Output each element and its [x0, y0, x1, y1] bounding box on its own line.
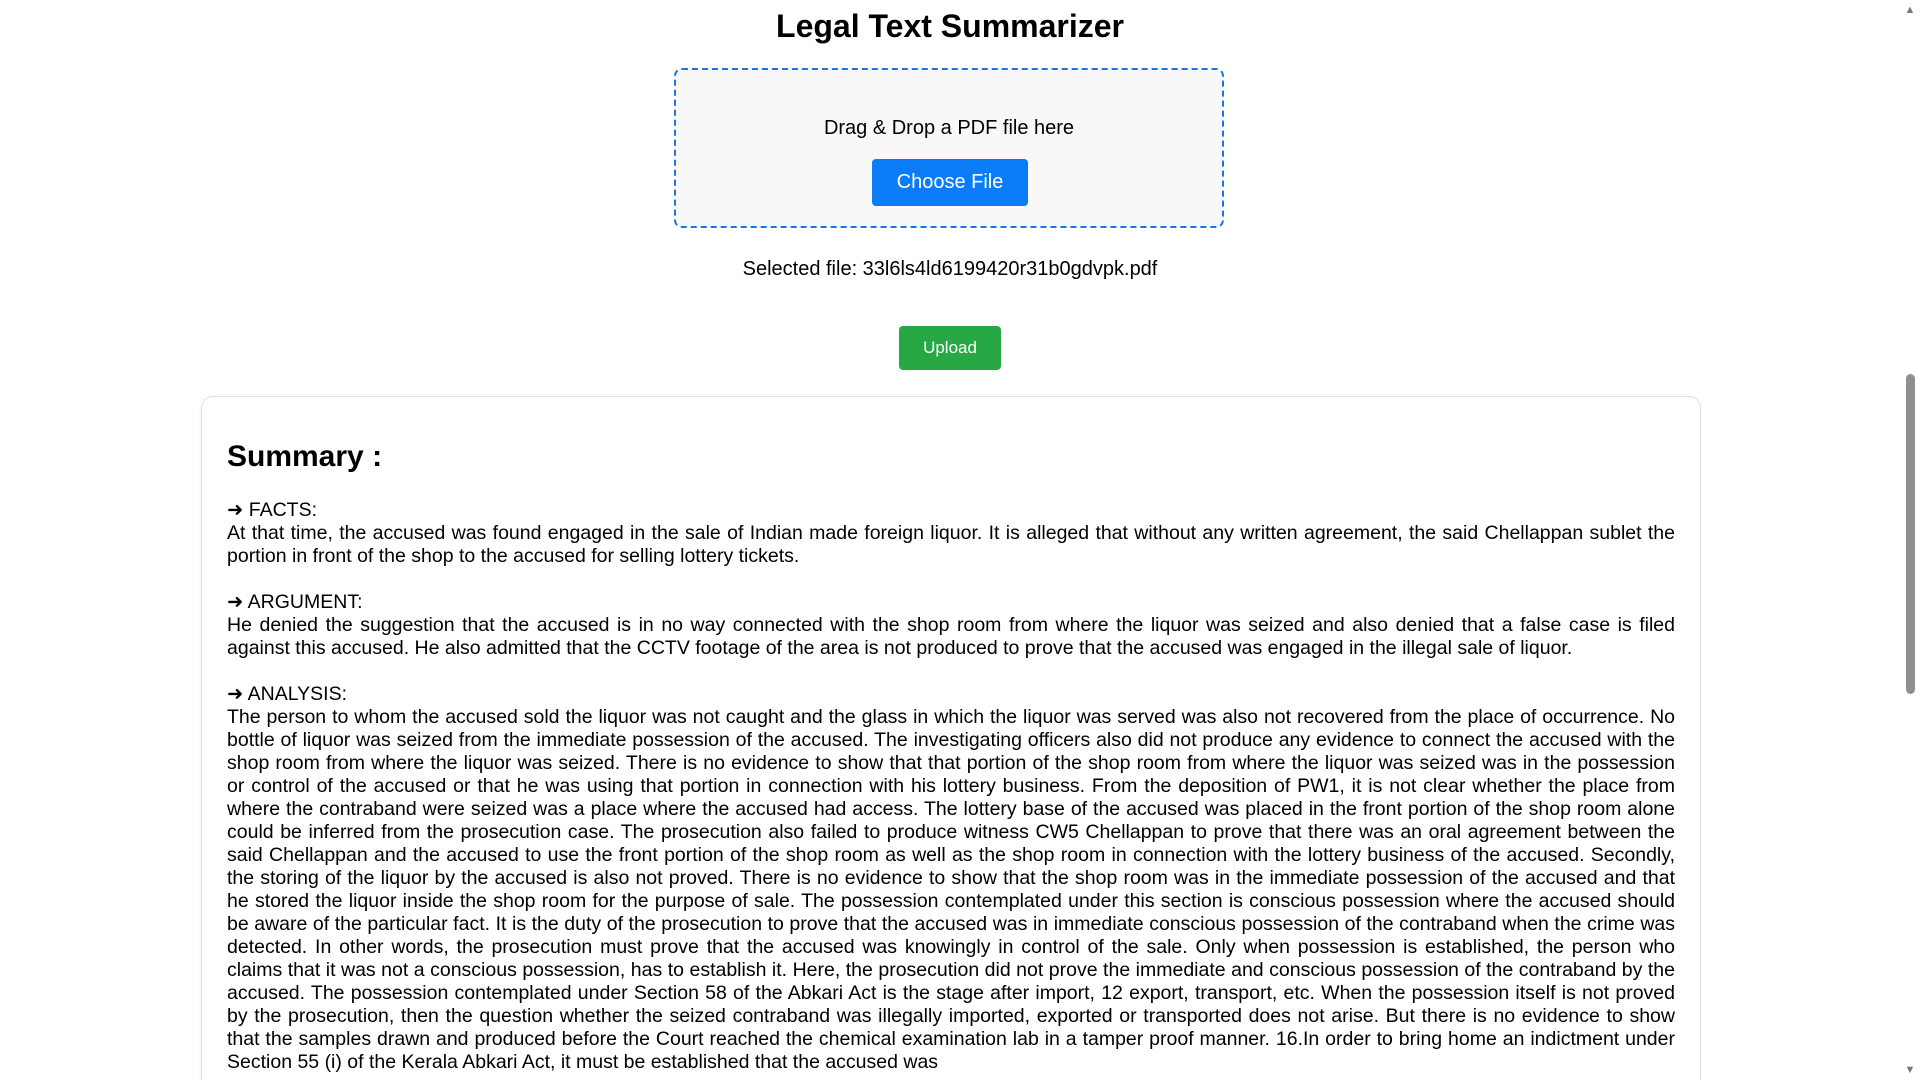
page-scrollbar[interactable]: ▲ ▼: [1900, 0, 1920, 1080]
section-label: ➜ FACTS:: [227, 499, 318, 521]
scroll-down-arrow-icon[interactable]: ▼: [1900, 1062, 1920, 1078]
scrollbar-thumb[interactable]: [1906, 374, 1915, 694]
dropzone-instructions: Drag & Drop a PDF file here: [823, 117, 1075, 139]
selected-file-label: Selected file: 33l6ls4ld6199420r31b0gdvp…: [742, 258, 1158, 280]
browser-viewport: Legal Text Summarizer Drag & Drop a PDF …: [0, 0, 1920, 1080]
choose-file-button[interactable]: Choose File: [872, 159, 1028, 206]
summary-heading: Summary :: [227, 440, 383, 473]
page-title: Legal Text Summarizer: [776, 8, 1124, 44]
section-text: He denied the suggestion that the accuse…: [227, 614, 1675, 659]
summary-section-facts: ➜ FACTS: At that time, the accused was f…: [227, 499, 1675, 568]
summary-section-argument: ➜ ARGUMENT: He denied the suggestion tha…: [227, 591, 1675, 660]
pdf-dropzone[interactable]: Drag & Drop a PDF file here Choose File: [674, 68, 1224, 228]
scroll-up-arrow-icon[interactable]: ▲: [1900, 2, 1920, 18]
summary-section-analysis: ➜ ANALYSIS: The person to whom the accus…: [227, 683, 1675, 1074]
summary-content: Summary : ➜ FACTS: At that time, the acc…: [227, 437, 1675, 1080]
page: Legal Text Summarizer Drag & Drop a PDF …: [0, 0, 1900, 1080]
section-text: The person to whom the accused sold the …: [227, 706, 1675, 1073]
section-label: ➜ ARGUMENT:: [227, 591, 363, 613]
section-label: ➜ ANALYSIS:: [227, 683, 348, 705]
section-text: At that time, the accused was found enga…: [227, 522, 1675, 567]
summary-card: Summary : ➜ FACTS: At that time, the acc…: [201, 396, 1701, 1080]
upload-button[interactable]: Upload: [899, 326, 1001, 370]
